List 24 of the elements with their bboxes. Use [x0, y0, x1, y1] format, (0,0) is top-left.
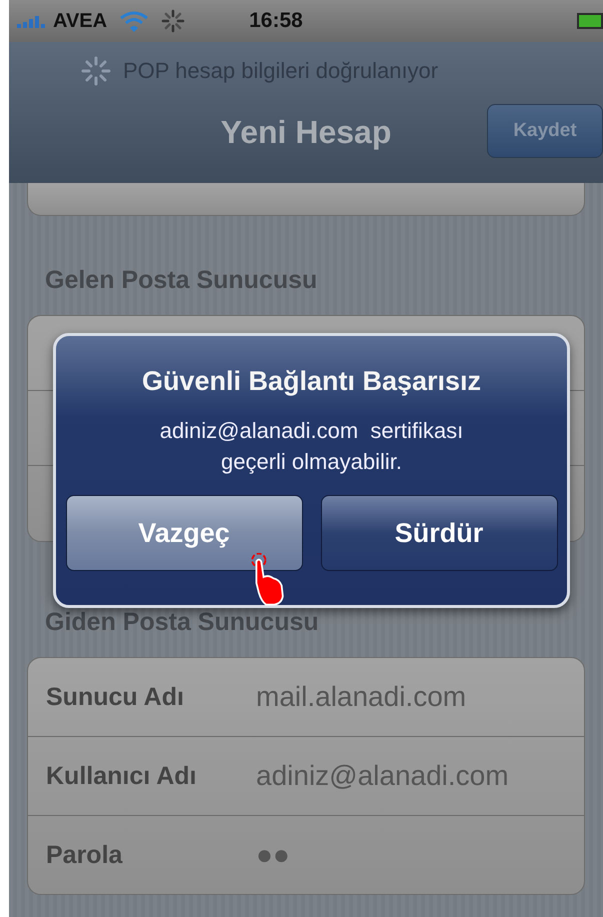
carrier-name: AVEA — [53, 10, 108, 32]
alert-message: geçerli olmayabilir. — [221, 448, 402, 476]
signal-icon — [17, 14, 47, 28]
alert-button[interactable]: Vazgeç — [66, 495, 302, 571]
row-label: Sunucu Adı — [46, 682, 185, 712]
settings-row[interactable]: Sunucu Adı mail.alanadi.com — [28, 658, 584, 737]
alert-message: adiniz@alanadi.com sertifikası — [160, 417, 464, 445]
row-label: Kullanıcı Adı — [46, 762, 198, 790]
row-value: mail.alanadi.com — [256, 681, 466, 713]
status-time: 16:58 — [249, 9, 303, 33]
activity-spinner-icon — [161, 9, 186, 33]
settings-row[interactable]: Parola ●● — [28, 816, 584, 894]
section-header: Giden Posta Sunucusu — [44, 608, 320, 637]
loading-spinner-icon — [81, 56, 111, 86]
settings-row[interactable]: Kullanıcı Adı adiniz@alanadi.com — [28, 737, 584, 816]
screen-title: Yeni Hesap — [220, 114, 392, 151]
wifi-icon — [119, 10, 150, 32]
section-header: Gelen Posta Sunucusu — [44, 266, 318, 295]
battery-icon — [577, 13, 603, 29]
alert-title: Güvenli Bağlantı Başarısız — [142, 366, 482, 397]
alert-button[interactable]: Sürdür — [320, 495, 558, 571]
row-value: ●● — [256, 839, 290, 871]
row-value: adiniz@alanadi.com — [256, 760, 509, 792]
row-label: Parola — [46, 840, 124, 870]
